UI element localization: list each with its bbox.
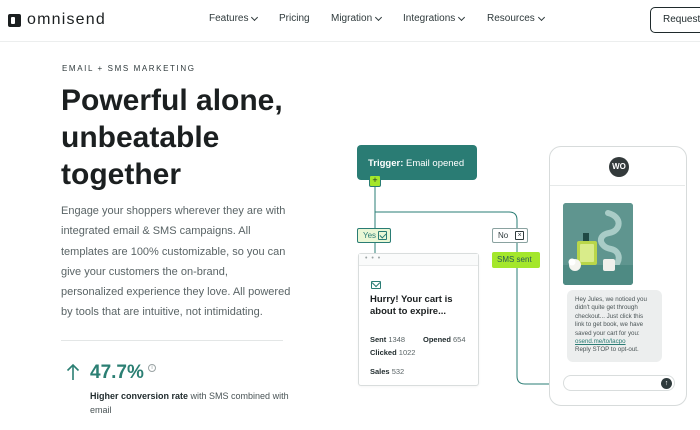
metric-opened: Opened 654 <box>423 335 466 344</box>
no-label: No <box>498 231 509 240</box>
no-branch-tag: No × <box>492 228 528 243</box>
sms-sent-node[interactable]: SMS sent <box>492 252 540 268</box>
metric-sales-label: Sales <box>370 367 390 376</box>
metric-clicked-label: Clicked <box>370 348 397 357</box>
phone-mockup: WO Hey Jules, we noticed you didn't quit… <box>549 146 687 406</box>
metric-sent-value: 1348 <box>388 335 406 344</box>
metric-sales: Sales 532 <box>370 367 404 376</box>
card-dots: • • • <box>365 255 382 262</box>
product-image <box>563 203 633 285</box>
metric-opened-value: 654 <box>453 335 466 344</box>
add-step-button[interactable]: + <box>369 175 381 187</box>
send-icon[interactable]: ↑ <box>661 378 672 389</box>
phone-divider <box>550 185 685 186</box>
sms-message-bubble: Hey Jules, we noticed you didn't quite g… <box>567 290 662 362</box>
metric-clicked-value: 1022 <box>398 348 416 357</box>
yes-branch-tag: Yes <box>357 228 391 243</box>
metric-sales-value: 532 <box>391 367 405 376</box>
mail-icon <box>371 281 381 289</box>
sms-footer: Reply STOP to opt-out. <box>575 346 639 354</box>
metric-opened-label: Opened <box>423 335 451 344</box>
close-icon: × <box>515 231 524 240</box>
metric-sent: Sent 1348 <box>370 335 405 344</box>
sms-text: Hey Jules, we noticed you didn't quite g… <box>575 296 647 337</box>
perfume-illustration <box>563 203 633 285</box>
message-input[interactable]: ↑ <box>563 375 675 391</box>
metric-clicked: Clicked 1022 <box>370 348 415 357</box>
metric-sent-label: Sent <box>370 335 387 344</box>
checkmark-icon <box>378 231 387 240</box>
card-header-bar: • • • <box>359 254 478 266</box>
email-title: Hurry! Your cart is about to expire... <box>370 294 453 317</box>
trigger-label: Trigger: <box>368 158 404 169</box>
trigger-value: Email opened <box>406 158 465 169</box>
yes-label: Yes <box>363 231 377 240</box>
email-preview-card[interactable]: • • • Hurry! Your cart is about to expir… <box>358 253 479 386</box>
sms-link[interactable]: osend.me/to/lacpo <box>575 338 626 345</box>
avatar: WO <box>609 157 629 177</box>
